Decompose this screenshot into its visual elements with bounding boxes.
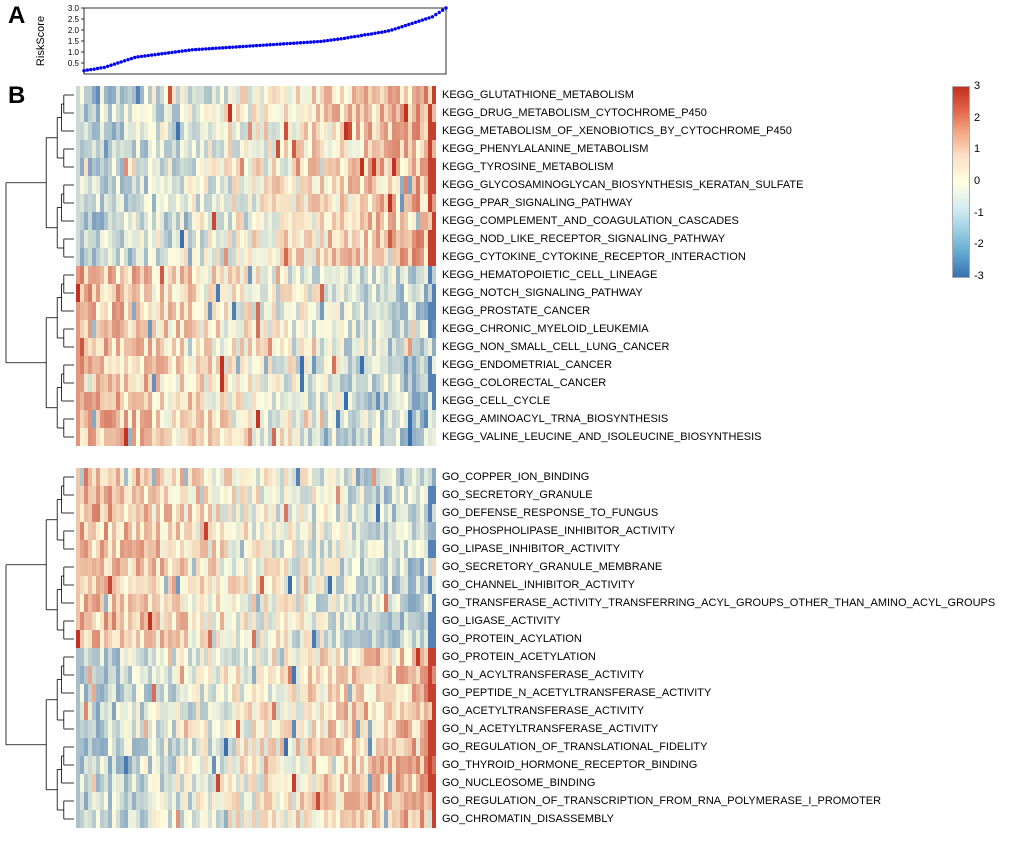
legend-tick: 0 (974, 175, 980, 187)
row-label: GO_DEFENSE_RESPONSE_TO_FUNGUS (436, 504, 995, 522)
go-heatmap-block: GO_COPPER_ION_BINDINGGO_SECRETORY_GRANUL… (0, 468, 995, 828)
scatter-ylabel: RiskScore (6, 6, 76, 76)
row-label: KEGG_PROSTATE_CANCER (436, 302, 803, 320)
row-label: KEGG_AMINOACYL_TRNA_BIOSYNTHESIS (436, 410, 803, 428)
row-label: GO_LIPASE_INHIBITOR_ACTIVITY (436, 540, 995, 558)
legend-tick: -1 (974, 207, 984, 219)
go-dendrogram (0, 468, 76, 828)
row-label: KEGG_CELL_CYCLE (436, 392, 803, 410)
row-label: KEGG_PPAR_SIGNALING_PATHWAY (436, 194, 803, 212)
row-label: KEGG_GLYCOSAMINOGLYCAN_BIOSYNTHESIS_KERA… (436, 176, 803, 194)
row-label: KEGG_TYROSINE_METABOLISM (436, 158, 803, 176)
row-label: GO_TRANSFERASE_ACTIVITY_TRANSFERRING_ACY… (436, 594, 995, 612)
row-label: GO_N_ACYLTRANSFERASE_ACTIVITY (436, 666, 995, 684)
kegg-heatmap (76, 86, 436, 446)
kegg-heatmap-block: KEGG_GLUTATHIONE_METABOLISMKEGG_DRUG_MET… (0, 86, 803, 446)
row-label: GO_PEPTIDE_N_ACETYLTRANSFERASE_ACTIVITY (436, 684, 995, 702)
row-label: KEGG_NOD_LIKE_RECEPTOR_SIGNALING_PATHWAY (436, 230, 803, 248)
color-legend-bar (952, 86, 970, 278)
go-heatmap (76, 468, 436, 828)
row-label: GO_CHROMATIN_DISASSEMBLY (436, 810, 995, 828)
row-label: KEGG_METABOLISM_OF_XENOBIOTICS_BY_CYTOCH… (436, 122, 803, 140)
color-legend: 3210-1-2-3 (952, 86, 1002, 276)
row-label: GO_PHOSPHOLIPASE_INHIBITOR_ACTIVITY (436, 522, 995, 540)
legend-tick: -2 (974, 238, 984, 250)
row-label: GO_ACETYLTRANSFERASE_ACTIVITY (436, 702, 995, 720)
color-legend-ticks: 3210-1-2-3 (970, 86, 1002, 276)
row-label: GO_REGULATION_OF_TRANSLATIONAL_FIDELITY (436, 738, 995, 756)
row-label: GO_PROTEIN_ACYLATION (436, 630, 995, 648)
kegg-row-labels: KEGG_GLUTATHIONE_METABOLISMKEGG_DRUG_MET… (436, 86, 803, 446)
row-label: GO_COPPER_ION_BINDING (436, 468, 995, 486)
row-label: KEGG_DRUG_METABOLISM_CYTOCHROME_P450 (436, 104, 803, 122)
row-label: KEGG_PHENYLALANINE_METABOLISM (436, 140, 803, 158)
row-label: KEGG_COLORECTAL_CANCER (436, 374, 803, 392)
row-label: GO_N_ACETYLTRANSFERASE_ACTIVITY (436, 720, 995, 738)
row-label: KEGG_VALINE_LEUCINE_AND_ISOLEUCINE_BIOSY… (436, 428, 803, 446)
row-label: KEGG_NOTCH_SIGNALING_PATHWAY (436, 284, 803, 302)
legend-tick: 3 (974, 80, 980, 92)
row-label: GO_LIGASE_ACTIVITY (436, 612, 995, 630)
row-label: GO_SECRETORY_GRANULE (436, 486, 995, 504)
legend-tick: 2 (974, 112, 980, 124)
row-label: KEGG_COMPLEMENT_AND_COAGULATION_CASCADES (436, 212, 803, 230)
row-label: GO_CHANNEL_INHIBITOR_ACTIVITY (436, 576, 995, 594)
go-row-labels: GO_COPPER_ION_BINDINGGO_SECRETORY_GRANUL… (436, 468, 995, 828)
scatter-ylabel-text: RiskScore (35, 16, 47, 66)
row-label: KEGG_CHRONIC_MYELOID_LEUKEMIA (436, 320, 803, 338)
row-label: GO_NUCLEOSOME_BINDING (436, 774, 995, 792)
row-label: KEGG_GLUTATHIONE_METABOLISM (436, 86, 803, 104)
risk-score-scatter: RiskScore 0.51.01.52.02.53.0 (68, 6, 448, 76)
row-label: KEGG_CYTOKINE_CYTOKINE_RECEPTOR_INTERACT… (436, 248, 803, 266)
legend-tick: -3 (974, 270, 984, 282)
row-label: GO_SECRETORY_GRANULE_MEMBRANE (436, 558, 995, 576)
row-label: KEGG_NON_SMALL_CELL_LUNG_CANCER (436, 338, 803, 356)
figure: A RiskScore 0.51.01.52.02.53.0 B 3210-1-… (0, 0, 1020, 842)
row-label: KEGG_ENDOMETRIAL_CANCER (436, 356, 803, 374)
row-label: GO_PROTEIN_ACETYLATION (436, 648, 995, 666)
kegg-dendrogram (0, 86, 76, 446)
legend-tick: 1 (974, 143, 980, 155)
scatter-svg: 0.51.01.52.02.53.0 (68, 6, 448, 76)
row-label: GO_REGULATION_OF_TRANSCRIPTION_FROM_RNA_… (436, 792, 995, 810)
row-label: GO_THYROID_HORMONE_RECEPTOR_BINDING (436, 756, 995, 774)
row-label: KEGG_HEMATOPOIETIC_CELL_LINEAGE (436, 266, 803, 284)
